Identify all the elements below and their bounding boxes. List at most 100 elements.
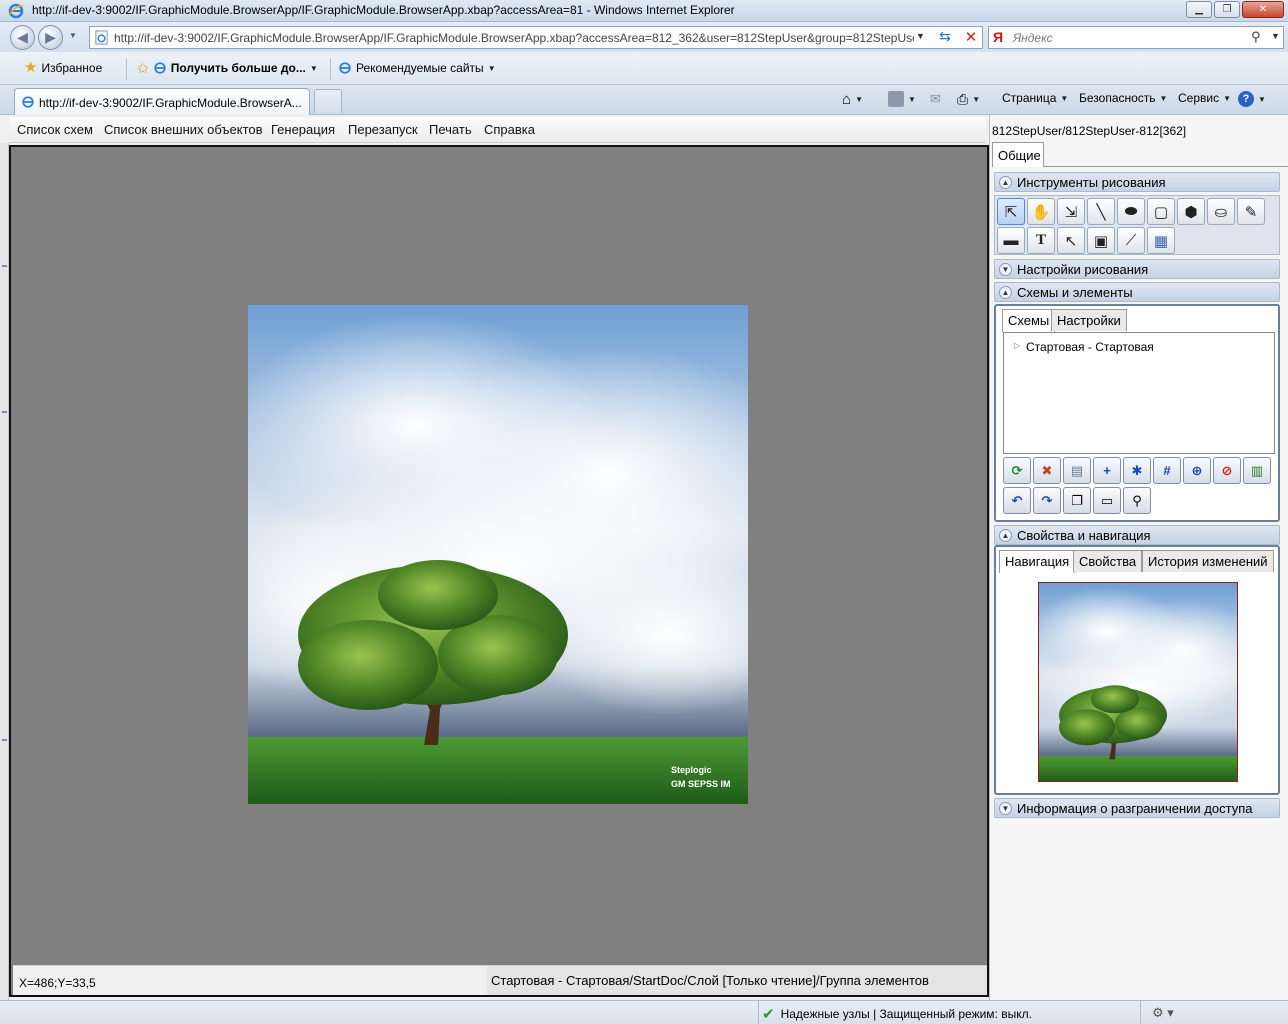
polygon-tool[interactable]: ⬢: [1177, 198, 1205, 225]
image-tool[interactable]: ▣: [1087, 227, 1115, 254]
section-schemes-elements[interactable]: ▲ Схемы и элементы: [994, 282, 1280, 302]
stop-icon[interactable]: ✕: [960, 28, 982, 48]
refresh-scheme-button[interactable]: ⟳: [1003, 457, 1031, 484]
browser-tab[interactable]: http://if-dev-3:9002/IF.GraphicModule.Br…: [14, 88, 310, 115]
home-button[interactable]: ⌂ ▼: [842, 91, 863, 108]
address-bar[interactable]: http://if-dev-3:9002/IF.GraphicModule.Br…: [89, 26, 983, 49]
close-window-button[interactable]: ✕: [1242, 1, 1284, 18]
find-button[interactable]: ⚲: [1123, 487, 1151, 514]
tools-menu[interactable]: Сервис ▼: [1178, 91, 1231, 105]
chevron-down-icon: ▼: [908, 94, 916, 104]
navigation-preview[interactable]: [1038, 582, 1238, 782]
search-dropdown-icon[interactable]: ▼: [1271, 31, 1280, 41]
preview-picture: [1039, 583, 1237, 781]
minimize-button[interactable]: ▁: [1186, 1, 1212, 18]
drawing-canvas[interactable]: Steplogic GM SEPSS IM X=486;Y=33,5 Старт…: [9, 145, 989, 997]
tab-settings[interactable]: Настройки: [1051, 309, 1127, 331]
refresh-icon[interactable]: ⇆: [934, 28, 956, 48]
numbering-button[interactable]: #: [1153, 457, 1181, 484]
security-zone[interactable]: ✔ Надежные узлы | Защищенный режим: выкл…: [762, 1005, 1032, 1023]
chevron-up-icon[interactable]: ▲: [999, 176, 1012, 189]
add-layer-button[interactable]: ⊕: [1183, 457, 1211, 484]
bucket-icon: ⛀: [1214, 203, 1228, 221]
delete-scheme-button[interactable]: ✖: [1033, 457, 1061, 484]
schemes-tree[interactable]: ▷ Стартовая - Стартовая: [1003, 332, 1275, 454]
menu-restart[interactable]: Перезапуск: [348, 122, 418, 137]
redo-button[interactable]: ↷: [1033, 487, 1061, 514]
tab-properties[interactable]: Свойства: [1073, 550, 1143, 572]
copy-button[interactable]: ❐: [1063, 487, 1091, 514]
section-drawing-tools[interactable]: ▲ Инструменты рисования: [994, 172, 1280, 192]
paste-button[interactable]: ▭: [1093, 487, 1121, 514]
chevron-up-icon[interactable]: ▲: [999, 529, 1012, 542]
page-menu[interactable]: Страница ▼: [1002, 91, 1068, 105]
menu-help[interactable]: Справка: [484, 122, 535, 137]
suggested-sites-button[interactable]: Рекомендуемые сайты ▼: [338, 61, 496, 75]
maximize-button[interactable]: ❐: [1214, 1, 1240, 18]
tab-settings-label: Настройки: [1057, 313, 1121, 328]
image-icon: ▣: [1093, 232, 1109, 250]
address-row: ◀ ▶ ▼ http://if-dev-3:9002/IF.GraphicMod…: [0, 22, 1288, 52]
folder-icon: ▤: [1070, 462, 1084, 478]
tab-general[interactable]: Общие: [992, 142, 1044, 167]
feeds-button[interactable]: ▼: [888, 91, 916, 107]
rounded-rectangle-icon: ▢: [1153, 203, 1169, 221]
shape-tool[interactable]: ⛀: [1207, 198, 1235, 225]
section-access-info[interactable]: ▼ Информация о разграничении доступа: [994, 798, 1280, 818]
menu-schemes-list[interactable]: Список схем: [17, 122, 93, 137]
print-button[interactable]: ⎙ ▼: [957, 91, 980, 108]
pan-tool[interactable]: ✋: [1027, 198, 1055, 225]
back-button[interactable]: ◀: [10, 25, 35, 50]
menu-print[interactable]: Печать: [429, 122, 472, 137]
menu-external-objects[interactable]: Список внешних объектов: [104, 122, 263, 137]
tab-history[interactable]: История изменений: [1142, 550, 1274, 572]
menu-generation[interactable]: Генерация: [271, 122, 335, 137]
get-more-addons-button[interactable]: ✩ Получить больше до... ▼: [137, 61, 318, 75]
history-dropdown-icon[interactable]: ▼: [69, 31, 77, 40]
connector-tool[interactable]: ⟋: [1117, 227, 1145, 254]
rectangle-tool[interactable]: ▬: [997, 227, 1025, 254]
line-tool[interactable]: ╲: [1087, 198, 1115, 225]
add-element-button[interactable]: ✱: [1123, 457, 1151, 484]
search-placeholder[interactable]: Яндекс: [1013, 31, 1053, 45]
help-button[interactable]: ? ▼: [1238, 91, 1266, 107]
ellipse-tool[interactable]: ⬬: [1117, 198, 1145, 225]
search-icon[interactable]: ⚲: [1251, 29, 1261, 45]
text-tool[interactable]: T: [1027, 227, 1055, 254]
undo-button[interactable]: ↶: [1003, 487, 1031, 514]
edit-points-tool[interactable]: ⇲: [1057, 198, 1085, 225]
expand-arrow-icon[interactable]: ▷: [1014, 341, 1020, 350]
tree-node-start[interactable]: Стартовая - Стартовая: [1026, 340, 1154, 354]
safety-menu[interactable]: Безопасность ▼: [1079, 91, 1167, 105]
tab-navigation[interactable]: Навигация: [999, 550, 1076, 573]
new-tab-button[interactable]: [314, 89, 342, 113]
forbid-button[interactable]: ⊘: [1213, 457, 1241, 484]
chevron-down-icon[interactable]: ▼: [999, 802, 1012, 815]
rounded-rect-tool[interactable]: ▢: [1147, 198, 1175, 225]
search-box[interactable]: Я Яндекс ⚲ ▼: [988, 26, 1284, 49]
cursor-arrow-icon: ⇱: [1004, 203, 1018, 221]
zoom-settings-icon[interactable]: ⚙ ▾: [1152, 1005, 1174, 1021]
pencil-tool[interactable]: ✎: [1237, 198, 1265, 225]
coordinates-status: X=486;Y=33,5: [13, 965, 487, 995]
safety-menu-label: Безопасность: [1079, 91, 1156, 105]
lock-button[interactable]: ▥: [1243, 457, 1271, 484]
arrow-tool[interactable]: ↖: [1057, 227, 1085, 254]
chevron-up-icon[interactable]: ▲: [999, 286, 1012, 299]
address-dropdown-icon[interactable]: ▼: [916, 31, 925, 41]
favorites-button[interactable]: ★ Избранное: [24, 60, 102, 75]
scheme-background-image[interactable]: Steplogic GM SEPSS IM: [248, 305, 748, 804]
url-text[interactable]: http://if-dev-3:9002/IF.GraphicModule.Br…: [114, 31, 914, 45]
open-folder-button[interactable]: ▤: [1063, 457, 1091, 484]
object-tool[interactable]: ▦: [1147, 227, 1175, 254]
forward-button[interactable]: ▶: [38, 25, 63, 50]
chevron-down-icon: ▼: [972, 95, 981, 104]
add-scheme-button[interactable]: +: [1093, 457, 1121, 484]
select-tool[interactable]: ⇱: [997, 198, 1025, 225]
title-bar: http://if-dev-3:9002/IF.GraphicModule.Br…: [0, 0, 1288, 22]
mail-button[interactable]: ✉: [930, 91, 941, 107]
section-props-navigation[interactable]: ▲ Свойства и навигация: [994, 525, 1280, 545]
tab-schemes[interactable]: Схемы: [1002, 309, 1056, 332]
section-drawing-settings[interactable]: ▼ Настройки рисования: [994, 259, 1280, 279]
chevron-down-icon[interactable]: ▼: [999, 263, 1012, 276]
